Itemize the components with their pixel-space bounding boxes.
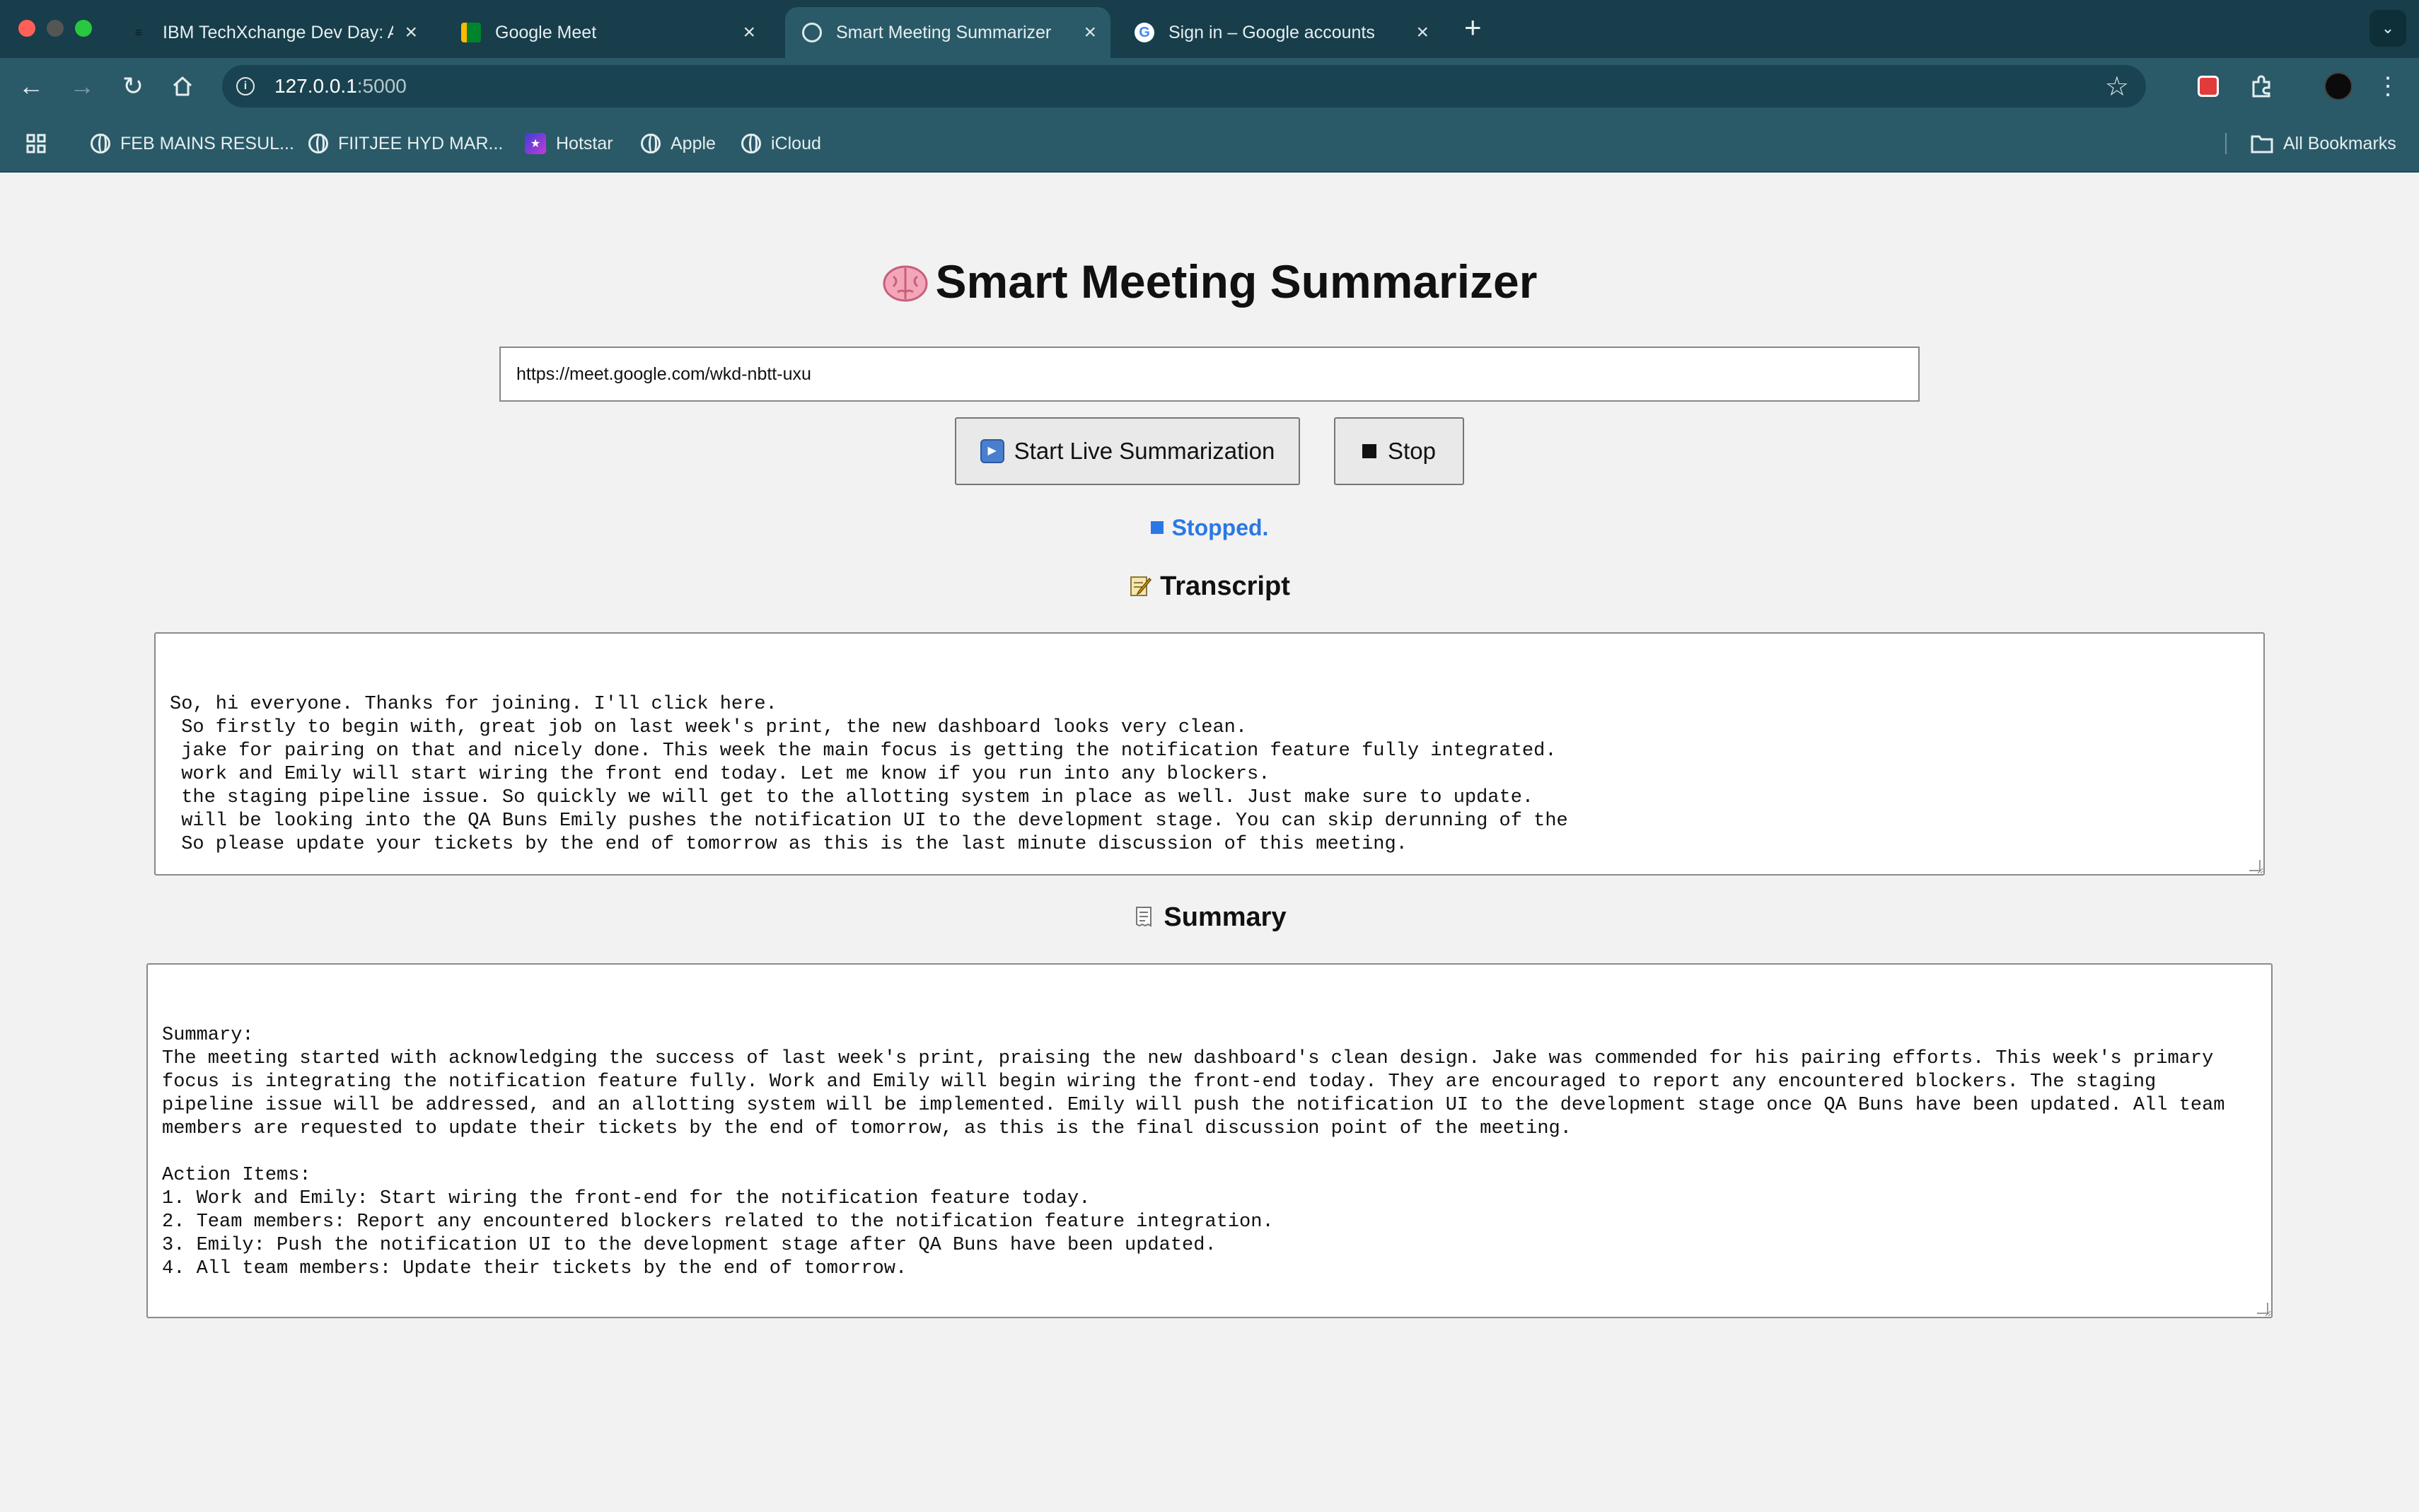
bookmark-label: iCloud xyxy=(771,133,821,153)
arrow-left-icon: ← xyxy=(18,71,44,100)
summary-text: Summary: The meeting started with acknow… xyxy=(162,1025,2225,1279)
home-icon xyxy=(173,76,192,96)
resize-handle[interactable] xyxy=(2257,1303,2268,1314)
forward-button[interactable]: → xyxy=(66,71,98,102)
hotstar-icon: ★ xyxy=(525,133,546,154)
tab-label: Smart Meeting Summarizer xyxy=(836,22,1052,42)
url-port: :5000 xyxy=(356,75,407,97)
close-tab-icon[interactable]: × xyxy=(1416,22,1429,43)
bookmark-hotstar[interactable]: ★ Hotstar xyxy=(525,132,613,156)
google-icon: G xyxy=(1135,23,1154,42)
transcript-textarea[interactable]: So, hi everyone. Thanks for joining. I'l… xyxy=(154,632,2265,876)
resize-handle[interactable] xyxy=(2249,860,2261,871)
google-meet-icon xyxy=(461,23,481,42)
reload-button[interactable]: ↻ xyxy=(117,71,149,102)
tab-label: Google Meet xyxy=(495,22,597,42)
tab-label: Sign in – Google accounts xyxy=(1168,22,1375,42)
brain-icon xyxy=(882,261,929,307)
stop-button-label: Stop xyxy=(1388,438,1436,464)
summary-heading-text: Summary xyxy=(1164,902,1287,932)
bookmark-label: FEB MAINS RESUL... xyxy=(120,133,294,153)
extensions-menu-button[interactable] xyxy=(2246,71,2278,102)
arrow-right-icon: → xyxy=(69,71,95,100)
maximize-window-button[interactable] xyxy=(75,20,92,37)
ibm-icon: ≡ xyxy=(134,25,143,40)
back-button[interactable]: ← xyxy=(16,71,47,102)
transcript-text: So, hi everyone. Thanks for joining. I'l… xyxy=(170,694,1568,855)
apps-button[interactable] xyxy=(25,132,47,156)
bookmark-label: Apple xyxy=(671,133,716,153)
bookmark-star-icon[interactable]: ☆ xyxy=(2105,71,2129,103)
meet-url-input[interactable] xyxy=(499,347,1920,402)
tab-ibm-techxchange[interactable]: ≡ IBM TechXchange Dev Day: A × xyxy=(112,7,431,58)
status-message: Stopped. xyxy=(0,515,2419,541)
reload-icon: ↻ xyxy=(122,71,144,100)
site-info-icon[interactable]: i xyxy=(236,77,255,95)
transcript-heading: Transcript xyxy=(0,571,2419,602)
close-tab-icon[interactable]: × xyxy=(405,22,417,43)
browser-toolbar: ← → ↻ i 127.0.0.1:5000 ☆ ⋮ xyxy=(0,58,2419,115)
start-live-summarization-button[interactable]: ▶ Start Live Summarization xyxy=(955,417,1300,485)
address-bar[interactable]: i 127.0.0.1:5000 ☆ xyxy=(222,65,2146,107)
more-vert-icon: ⋮ xyxy=(2376,73,2400,100)
all-bookmarks-button[interactable]: All Bookmarks xyxy=(2251,132,2396,156)
bookmarks-divider xyxy=(2225,133,2227,154)
apps-grid-icon xyxy=(26,134,46,153)
globe-icon xyxy=(802,23,822,42)
globe-icon xyxy=(308,134,328,153)
red-extension-icon xyxy=(2198,76,2219,97)
play-icon: ▶ xyxy=(980,439,1004,463)
page-title-text: Smart Meeting Summarizer xyxy=(935,255,1538,308)
url-host: 127.0.0.1 xyxy=(274,75,357,97)
stop-button[interactable]: Stop xyxy=(1334,417,1464,485)
globe-icon xyxy=(91,134,110,153)
extension-button[interactable] xyxy=(2193,71,2224,102)
bookmark-label: All Bookmarks xyxy=(2283,133,2396,153)
bookmark-icloud[interactable]: iCloud xyxy=(741,132,821,156)
new-tab-button[interactable]: + xyxy=(1464,13,1482,42)
minimize-window-button[interactable] xyxy=(47,20,64,37)
avatar xyxy=(2324,72,2353,100)
stop-status-icon xyxy=(1150,521,1164,534)
page-title: Smart Meeting Summarizer xyxy=(0,255,2419,308)
tab-search-button[interactable]: ⌄ xyxy=(2369,10,2406,47)
tab-google-sign-in[interactable]: G Sign in – Google accounts × xyxy=(1118,7,1443,58)
summary-heading: Summary xyxy=(0,902,2419,933)
chevron-down-icon: ⌄ xyxy=(2381,19,2395,37)
globe-icon xyxy=(641,134,661,153)
folder-icon xyxy=(2251,135,2273,153)
puzzle-icon xyxy=(2252,75,2270,98)
tab-smart-meeting-summarizer[interactable]: Smart Meeting Summarizer × xyxy=(785,7,1110,58)
status-text: Stopped. xyxy=(1171,515,1269,540)
home-button[interactable] xyxy=(167,71,198,102)
start-button-label: Start Live Summarization xyxy=(1014,438,1275,464)
close-tab-icon[interactable]: × xyxy=(743,22,755,43)
tab-label: IBM TechXchange Dev Day: A xyxy=(163,22,394,42)
receipt-icon xyxy=(1136,907,1152,927)
stop-icon xyxy=(1362,444,1377,458)
bookmark-label: Hotstar xyxy=(556,133,613,153)
bookmark-fiitjee[interactable]: FIITJEE HYD MAR... xyxy=(308,132,503,156)
bookmarks-bar: FEB MAINS RESUL... FIITJEE HYD MAR... ★ … xyxy=(0,115,2419,173)
bookmark-apple[interactable]: Apple xyxy=(641,132,716,156)
browser-menu-button[interactable]: ⋮ xyxy=(2372,71,2403,102)
transcript-heading-text: Transcript xyxy=(1160,571,1290,601)
close-tab-icon[interactable]: × xyxy=(1084,22,1096,43)
summary-textarea[interactable]: Summary: The meeting started with acknow… xyxy=(146,963,2273,1318)
globe-icon xyxy=(741,134,761,153)
memo-icon xyxy=(1130,576,1152,596)
bookmark-label: FIITJEE HYD MAR... xyxy=(338,133,504,153)
close-window-button[interactable] xyxy=(18,20,35,37)
tab-google-meet[interactable]: Google Meet × xyxy=(444,7,770,58)
bookmark-feb-mains[interactable]: FEB MAINS RESUL... xyxy=(91,132,294,156)
profile-button[interactable] xyxy=(2323,71,2354,102)
tab-strip: ≡ IBM TechXchange Dev Day: A × Google Me… xyxy=(0,0,2419,58)
